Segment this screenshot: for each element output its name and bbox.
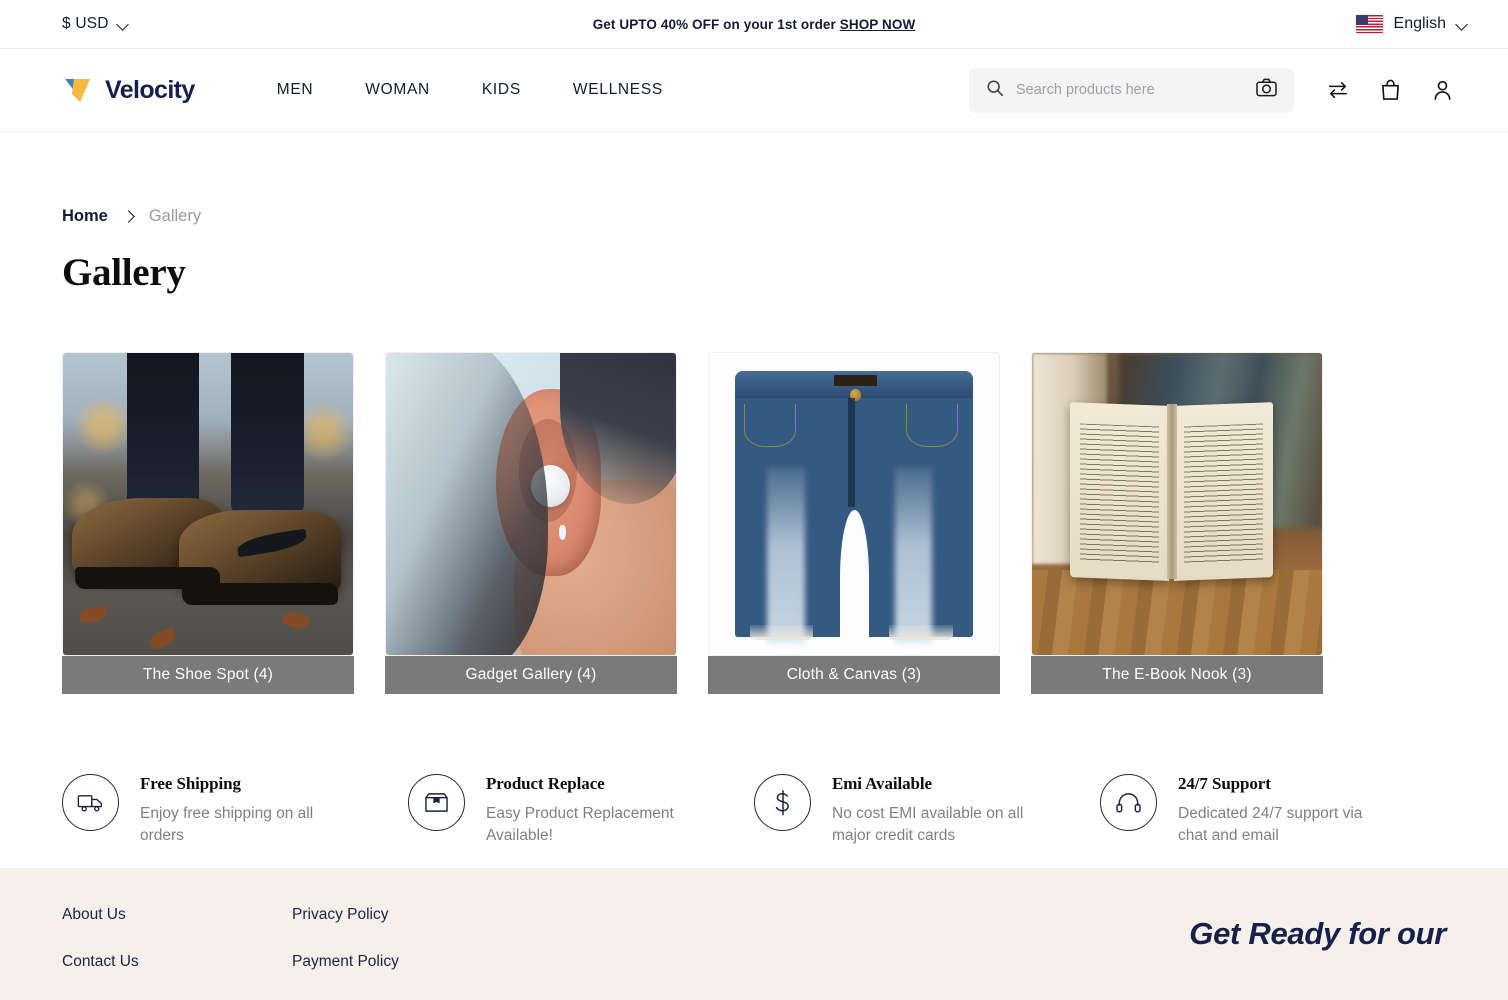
- dollar-sign-icon: [754, 774, 811, 831]
- us-flag-icon: [1355, 15, 1383, 33]
- shoes-photo: [63, 353, 353, 655]
- feature-title: Free Shipping: [140, 774, 241, 793]
- footer-column-2: Privacy Policy Payment Policy: [292, 906, 522, 1000]
- site-footer: About Us Contact Us Privacy Policy Payme…: [0, 868, 1508, 1000]
- announcement-bar: $ USD Get UPTO 40% OFF on your 1st order…: [0, 0, 1508, 49]
- brand-name: Velocity: [105, 75, 195, 104]
- feature-support: 24/7 Support Dedicated 24/7 support via …: [1100, 774, 1446, 847]
- language-label: English: [1393, 15, 1446, 32]
- compare-icon[interactable]: [1312, 70, 1364, 110]
- brand-logo[interactable]: Velocity: [62, 73, 195, 107]
- headset-icon: [1100, 774, 1157, 831]
- search-icon: [986, 79, 1004, 102]
- feature-description: Easy Product Replacement Available!: [486, 805, 674, 844]
- features-strip: Free Shipping Enjoy free shipping on all…: [62, 774, 1446, 847]
- nav-item-woman[interactable]: WOMAN: [339, 81, 456, 99]
- gallery-card-label: Cloth & Canvas (3): [708, 656, 1000, 694]
- feature-description: Enjoy free shipping on all orders: [140, 805, 314, 844]
- feature-title: Emi Available: [832, 774, 932, 793]
- main-header: Velocity MEN WOMAN KIDS WELLNESS: [0, 49, 1508, 132]
- footer-link-privacy-policy[interactable]: Privacy Policy: [292, 906, 522, 924]
- camera-search-icon[interactable]: [1256, 78, 1277, 102]
- user-account-icon[interactable]: [1416, 70, 1468, 110]
- newsletter-section: Get Ready for our: [1189, 906, 1446, 1000]
- currency-selector[interactable]: $ USD: [62, 15, 129, 33]
- chevron-down-icon: [1457, 19, 1468, 30]
- open-book-photo: [1032, 353, 1322, 655]
- nav-item-wellness[interactable]: WELLNESS: [547, 81, 689, 99]
- chevron-down-icon: [118, 19, 129, 30]
- newsletter-title: Get Ready for our: [1189, 916, 1446, 951]
- gallery-card-ebook-nook[interactable]: The E-Book Nook (3): [1031, 352, 1323, 694]
- shopping-bag-icon[interactable]: [1364, 70, 1416, 110]
- gallery-thumbnail[interactable]: [385, 352, 677, 656]
- gallery-thumbnail[interactable]: [708, 352, 1000, 656]
- breadcrumb-home[interactable]: Home: [62, 207, 108, 226]
- nav-item-men[interactable]: MEN: [251, 81, 340, 99]
- gallery-card-gadget-gallery[interactable]: Gadget Gallery (4): [385, 352, 677, 694]
- gallery-thumbnail[interactable]: [1031, 352, 1323, 656]
- gallery-thumbnail[interactable]: [62, 352, 354, 656]
- breadcrumb-current: Gallery: [148, 207, 202, 225]
- feature-title: Product Replace: [486, 774, 605, 793]
- promo-text: Get UPTO 40% OFF on your 1st order: [592, 16, 836, 32]
- page-root: $ USD Get UPTO 40% OFF on your 1st order…: [0, 0, 1508, 1000]
- denim-shorts-photo: [709, 353, 999, 655]
- delivery-truck-icon: [62, 774, 119, 831]
- earbud-photo: [386, 353, 676, 655]
- feature-description: Dedicated 24/7 support via chat and emai…: [1178, 805, 1363, 844]
- gallery-card-label: The E-Book Nook (3): [1031, 656, 1323, 694]
- breadcrumb: Home Gallery: [62, 132, 1446, 226]
- feature-product-replace: Product Replace Easy Product Replacement…: [408, 774, 754, 847]
- footer-column-1: About Us Contact Us: [62, 906, 292, 1000]
- search-bar[interactable]: [969, 67, 1294, 113]
- gallery-card-label: The Shoe Spot (4): [62, 656, 354, 694]
- footer-link-contact-us[interactable]: Contact Us: [62, 953, 292, 971]
- page-title: Gallery: [62, 251, 186, 294]
- package-box-icon: [408, 774, 465, 831]
- feature-description: No cost EMI available on all major credi…: [832, 805, 1024, 844]
- gallery-card-cloth-canvas[interactable]: Cloth & Canvas (3): [708, 352, 1000, 694]
- search-input[interactable]: [1016, 82, 1244, 98]
- feature-emi-available: Emi Available No cost EMI available on a…: [754, 774, 1100, 847]
- feature-free-shipping: Free Shipping Enjoy free shipping on all…: [62, 774, 408, 847]
- nav-item-kids[interactable]: KIDS: [456, 81, 547, 99]
- main-nav: MEN WOMAN KIDS WELLNESS: [251, 81, 689, 99]
- velocity-check-logo: [62, 73, 96, 107]
- gallery-card-shoe-spot[interactable]: The Shoe Spot (4): [62, 352, 354, 694]
- footer-link-payment-policy[interactable]: Payment Policy: [292, 953, 522, 971]
- currency-label: $ USD: [62, 15, 109, 32]
- footer-link-about-us[interactable]: About Us: [62, 906, 292, 924]
- feature-title: 24/7 Support: [1178, 774, 1271, 793]
- gallery-card-label: Gadget Gallery (4): [385, 656, 677, 694]
- main-content: Home Gallery Gallery The Shoe Spot (4) G…: [0, 132, 1508, 868]
- chevron-right-icon: [124, 212, 133, 221]
- shop-now-link[interactable]: SHOP NOW: [840, 17, 916, 32]
- header-icons: [1312, 70, 1468, 110]
- promo-message: Get UPTO 40% OFF on your 1st order SHOP …: [0, 17, 1508, 32]
- language-selector[interactable]: English: [1355, 15, 1468, 33]
- gallery-grid: The Shoe Spot (4) Gadget Gallery (4) Clo…: [62, 352, 1446, 694]
